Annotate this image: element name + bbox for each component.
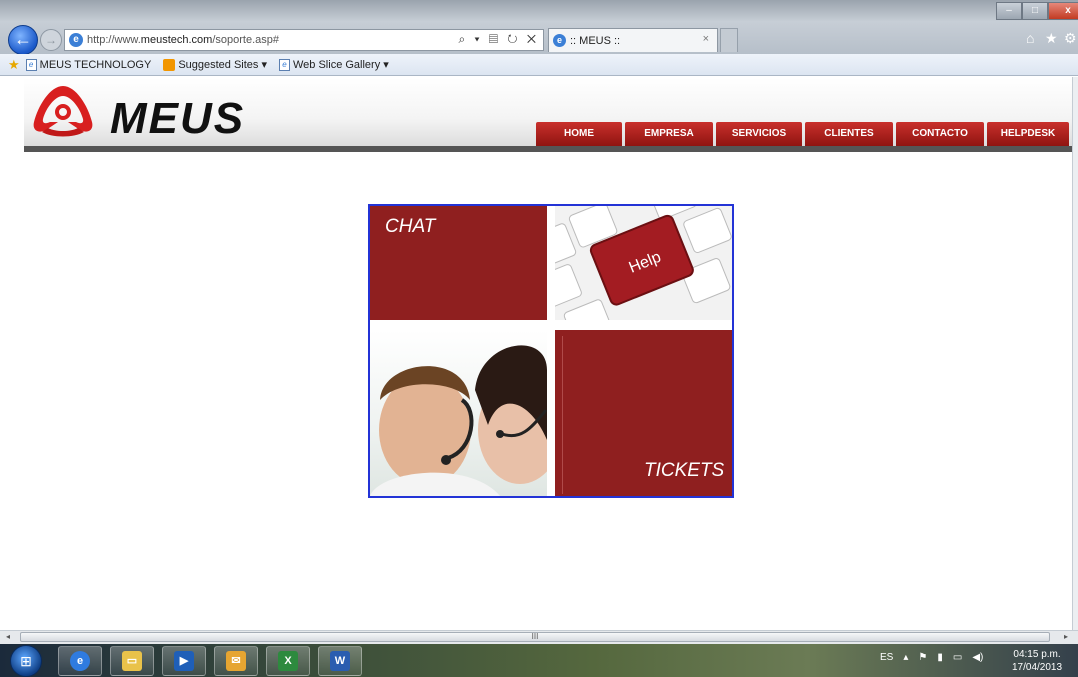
nav-contacto[interactable]: CONTACTO [896,122,984,146]
maximize-button[interactable]: □ [1022,2,1048,20]
media-player-icon: ▶ [174,651,194,671]
volume-icon[interactable]: ◀) [972,652,983,663]
start-button[interactable]: ⊞ [10,645,42,677]
page-icon: e [25,58,37,71]
show-hidden-icons[interactable]: ▴ [903,652,908,663]
address-url: http://www.meustech.com/soporte.asp# [87,34,279,46]
meus-logo-icon[interactable] [28,82,98,138]
clock-date: 17/04/2013 [1012,662,1063,673]
minimize-button[interactable]: – [996,2,1022,20]
header-divider [24,146,1074,152]
tab-close-icon[interactable]: × [703,33,709,45]
favorites-star-icon[interactable]: ★ [1045,30,1058,47]
help-key-image: Help [555,206,732,320]
tab-title: :: MEUS :: [570,34,621,47]
favorite-link-webslice[interactable]: e Web Slice Gallery ▾ [279,58,395,71]
taskbar-file-explorer[interactable]: ▭ [110,646,154,676]
scroll-left-icon[interactable]: ◂ [6,632,10,641]
new-tab-button[interactable] [720,28,738,52]
taskbar-internet-explorer[interactable]: e [58,646,102,676]
address-bar[interactable]: e http://www.meustech.com/soporte.asp# ⌕… [64,29,544,51]
browser-tab[interactable]: e :: MEUS :: × [548,28,718,52]
nav-servicios[interactable]: SERVICIOS [716,122,802,146]
support-agents-image [370,330,547,496]
nav-helpdesk[interactable]: HELPDESK [987,122,1069,146]
main-nav: HOME EMPRESA SERVICIOS CLIENTES CONTACTO… [536,122,1072,146]
favorite-link-meus[interactable]: e MEUS TECHNOLOGY [25,58,158,71]
nav-clientes[interactable]: CLIENTES [805,122,893,146]
nav-empresa[interactable]: EMPRESA [625,122,713,146]
tickets-label[interactable]: TICKETS [644,460,724,482]
horizontal-scroll-thumb[interactable]: III [20,632,1050,642]
logo-text[interactable]: MEUS [110,94,245,144]
taskbar-outlook[interactable]: ✉ [214,646,258,676]
gear-icon[interactable]: ⚙ [1064,30,1077,47]
window-controls: – □ x [996,2,1078,20]
forward-button[interactable]: → [40,29,62,51]
favorites-bar: ★ e MEUS TECHNOLOGY Suggested Sites ▾ e We… [0,54,1078,76]
suggested-sites-icon [163,58,176,71]
internet-explorer-icon: e [70,651,90,671]
home-icon[interactable]: ⌂ [1026,30,1034,46]
close-button[interactable]: x [1048,2,1078,20]
folder-icon: ▭ [122,651,142,671]
outlook-icon: ✉ [226,651,246,671]
system-tray: ES ▴ ⚑ ▮ ▭ ◀) [880,652,983,663]
favorite-link-suggested[interactable]: Suggested Sites ▾ [163,58,273,71]
chat-label[interactable]: CHAT [385,216,435,238]
taskbar-excel[interactable]: X [266,646,310,676]
network-icon[interactable]: ▭ [953,652,962,663]
word-icon: W [330,651,350,671]
ie-tab-icon: e [553,34,566,47]
taskbar-word[interactable]: W [318,646,362,676]
clock[interactable]: 04:15 p.m. 17/04/2013 [1012,648,1062,674]
excel-icon: X [278,651,298,671]
page-icon: e [279,58,290,71]
language-indicator[interactable]: ES [880,652,893,663]
power-icon[interactable]: ▮ [937,652,943,663]
taskbar-media-player[interactable]: ▶ [162,646,206,676]
action-center-flag-icon[interactable]: ⚑ [918,652,927,663]
favorites-star-icon[interactable]: ★ [8,57,20,73]
scroll-right-icon[interactable]: ▸ [1064,632,1068,641]
clock-time: 04:15 p.m. [1013,649,1061,660]
vertical-scrollbar[interactable] [1072,77,1078,630]
ie-page-icon: e [69,33,83,47]
address-tools-icons[interactable]: ⌕ ▾ ▤ ↻ ✕ [459,32,540,47]
back-button[interactable]: ← [8,25,38,55]
nav-home[interactable]: HOME [536,122,622,146]
